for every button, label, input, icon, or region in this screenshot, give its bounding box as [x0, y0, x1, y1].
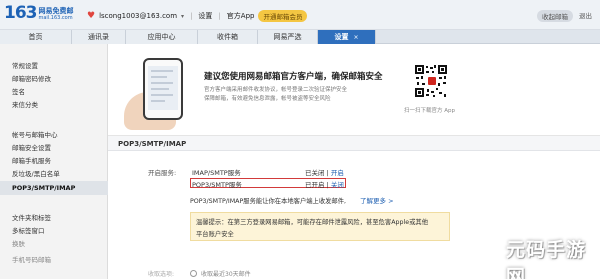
divider: | — [218, 12, 221, 20]
pop3-service-status: 已开启 | 关闭 — [305, 181, 344, 189]
tip-line-2: 平台账户安全 — [196, 231, 234, 238]
section-header: POP3/SMTP/IMAP — [108, 136, 600, 151]
collapse-mailbox-button[interactable]: 收起邮箱 — [537, 10, 573, 22]
vip-button[interactable]: 开通邮箱会员 — [258, 10, 308, 22]
tip-line-1: 温馨提示：在第三方登录网易邮箱，可能存在邮件泄露风险，甚至危害Apple或其他 — [196, 219, 429, 226]
chevron-down-icon[interactable]: ▾ — [181, 13, 184, 20]
top-header: 163 网易免费邮 mail.163.com ♥ lscong1003@163.… — [0, 0, 600, 30]
sidebar-item-multi-tab[interactable]: 多标签窗口 — [12, 225, 45, 235]
client-banner: 建议您使用网易邮箱官方客户端，确保邮箱安全 官方客户端采用邮件收发协议，帐号登录… — [108, 44, 600, 136]
banner-line-2: 保障邮箱，有效避免信息泄露，帐号被盗等安全风险 — [204, 96, 331, 102]
logo-number: 163 — [4, 3, 37, 23]
tab-home[interactable]: 首页 — [0, 30, 72, 44]
sidebar-item-antispam[interactable]: 反垃圾/黑白名单 — [12, 168, 60, 178]
receive-options-label: 收取选项: — [148, 271, 175, 278]
app-logo-icon — [427, 76, 437, 86]
radio-label: 收取最近30天邮件 — [201, 271, 251, 278]
phone-illustration — [143, 58, 183, 120]
banner-line-1: 官方客户端采用邮件收发协议，帐号登录二次验证保护安全 — [204, 87, 348, 93]
sidebar-item-signature[interactable]: 签名 — [12, 86, 25, 96]
receive-option[interactable]: 收取最近30天邮件 — [190, 269, 251, 278]
sidebar-item-pop3[interactable]: POP3/SMTP/IMAP — [12, 184, 75, 192]
sidebar-item-phone-mailbox[interactable]: 手机号码邮箱 — [12, 254, 51, 264]
account-area: ♥ lscong1003@163.com ▾ | 设置 | 官方App 开通邮箱… — [87, 10, 308, 22]
close-icon[interactable]: × — [353, 34, 358, 41]
open-service-label: 开启服务: — [148, 169, 177, 177]
pop3-service-name: POP3/SMTP服务 — [192, 181, 242, 189]
sidebar-item-general[interactable]: 常规设置 — [12, 60, 38, 70]
sidebar-item-security[interactable]: 邮箱安全设置 — [12, 142, 51, 152]
logo-name: 网易免费邮 — [38, 6, 74, 15]
logo[interactable]: 163 网易免费邮 mail.163.com — [4, 5, 74, 22]
tab-contacts[interactable]: 通讯录 — [72, 30, 126, 44]
qr-caption: 扫一扫下载官方 App — [404, 108, 455, 114]
header-right-links: 收起邮箱 退出 — [537, 10, 592, 22]
divider: | — [190, 12, 193, 20]
tab-inbox[interactable]: 收件箱 — [198, 30, 258, 44]
banner-title: 建议您使用网易邮箱官方客户端，确保邮箱安全 — [204, 72, 383, 82]
sidebar-item-account-center[interactable]: 帐号与邮箱中心 — [12, 129, 58, 139]
imap-enable-link[interactable]: 开启 — [331, 169, 344, 177]
official-app-link[interactable]: 官方App — [227, 11, 255, 21]
sidebar-item-password[interactable]: 邮箱密码修改 — [12, 73, 51, 83]
logout-link[interactable]: 退出 — [579, 10, 592, 22]
account-email[interactable]: lscong1003@163.com — [99, 12, 177, 20]
pop3-disable-link[interactable]: 关闭 — [331, 181, 344, 189]
warning-tip: 温馨提示：在第三方登录网易邮箱，可能存在邮件泄露风险，甚至危害Apple或其他 … — [190, 212, 450, 241]
tab-yanxuan[interactable]: 网易严选 — [258, 30, 318, 44]
tab-app-center[interactable]: 应用中心 — [126, 30, 198, 44]
watermark: 元码手游网 — [506, 239, 587, 279]
settings-sidebar: 常规设置 邮箱密码修改 签名 来信分类 帐号与邮箱中心 邮箱安全设置 邮箱手机服… — [0, 44, 108, 279]
sidebar-item-mobile-service[interactable]: 邮箱手机服务 — [12, 155, 51, 165]
tab-settings[interactable]: 设置 × — [318, 30, 376, 44]
settings-link[interactable]: 设置 — [198, 11, 212, 21]
section-title: POP3/SMTP/IMAP — [118, 140, 187, 148]
radio-button[interactable] — [190, 270, 197, 277]
nav-tabs: 首页 通讯录 应用中心 收件箱 网易严选 设置 × — [0, 30, 600, 44]
imap-service-status: 已关闭 | 开启 — [305, 169, 344, 177]
heart-icon: ♥ — [87, 10, 96, 21]
imap-service-name: IMAP/SMTP服务 — [192, 169, 241, 177]
service-note: POP3/SMTP/IMAP服务能让你在本地客户端上收发邮件, — [190, 198, 347, 205]
sidebar-item-mail-sorting[interactable]: 来信分类 — [12, 99, 38, 109]
sidebar-item-skin[interactable]: 换肤 — [12, 238, 25, 248]
logo-domain: mail.163.com — [38, 14, 73, 21]
sidebar-item-folders[interactable]: 文件夹和标签 — [12, 212, 51, 222]
learn-more-link[interactable]: 了解更多 > — [360, 195, 394, 205]
